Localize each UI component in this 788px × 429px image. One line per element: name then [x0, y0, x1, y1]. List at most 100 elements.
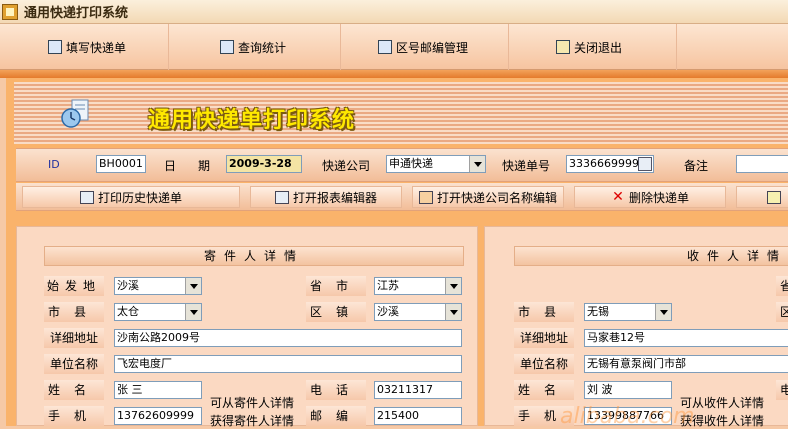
exit-icon	[556, 40, 570, 54]
waybill-label: 快递单号	[502, 159, 551, 173]
sender-county-label: 市县	[44, 302, 104, 322]
receiver-address-field[interactable]: 马家巷12号	[584, 329, 788, 347]
delete-waybill-label: 删除快递单	[628, 190, 689, 205]
menu-divider	[508, 24, 509, 70]
remark-label: 备注	[684, 159, 709, 173]
open-company-label: 打开快递公司名称编辑	[436, 190, 557, 205]
chevron-down-icon[interactable]	[185, 304, 201, 320]
menu-divider	[340, 24, 341, 70]
clock-document-icon	[61, 99, 89, 128]
sender-note-2: 获得寄件人详情	[210, 414, 295, 428]
sender-phone-label: 电话	[306, 380, 366, 400]
remark-field[interactable]	[736, 155, 788, 173]
print-history-button[interactable]: 打印历史快递单	[22, 186, 240, 208]
delete-icon: ✕	[612, 189, 624, 205]
receiver-name-field[interactable]: 刘 波	[584, 381, 672, 399]
receiver-name-label: 姓名	[514, 380, 574, 400]
banner-stripes	[14, 82, 788, 144]
sender-town-select[interactable]: 沙溪	[374, 303, 462, 321]
chevron-down-icon[interactable]	[655, 304, 671, 320]
menu-bar: 填写快递单 查询统计 区号邮编管理 关闭退出	[0, 24, 788, 70]
sender-county-value: 太仓	[117, 305, 139, 318]
receiver-province-label: 省	[776, 276, 788, 296]
fill-waybill-button[interactable]: 填写快递单	[48, 24, 126, 70]
sender-name-field[interactable]: 张 三	[114, 381, 202, 399]
printer-icon	[79, 190, 94, 204]
id-label: ID	[48, 158, 60, 171]
sender-province-label: 省市	[306, 276, 366, 296]
origin-label: 始发地	[44, 276, 104, 296]
receiver-company-label: 单位名称	[514, 354, 574, 374]
sender-header: 寄件人详情	[44, 246, 464, 266]
sender-mobile-label: 手机	[44, 406, 104, 426]
waybill-field[interactable]: 33366699998	[566, 155, 654, 173]
add-button[interactable]	[736, 186, 788, 208]
query-stats-button[interactable]: 查询统计	[220, 24, 286, 70]
receiver-county-label: 市县	[514, 302, 574, 322]
sender-address-field[interactable]: 沙南公路2009号	[114, 329, 462, 347]
company-select[interactable]: 申通快递	[386, 155, 486, 173]
form-icon	[48, 40, 62, 54]
receiver-address-label: 详细地址	[514, 328, 574, 348]
receiver-county-select[interactable]: 无锡	[584, 303, 672, 321]
chevron-down-icon[interactable]	[445, 278, 461, 294]
watermark: alibaba.com	[560, 404, 695, 429]
zone-zip-button[interactable]: 区号邮编管理	[378, 24, 468, 70]
origin-select[interactable]: 沙溪	[114, 277, 202, 295]
date-label-2: 期	[198, 159, 211, 173]
chevron-down-icon[interactable]	[185, 278, 201, 294]
open-company-editor-button[interactable]: 打开快递公司名称编辑	[412, 186, 564, 208]
open-report-label: 打开报表编辑器	[292, 190, 377, 205]
receiver-header: 收件人详情	[514, 246, 788, 266]
add-icon	[767, 190, 781, 204]
edit-icon	[378, 40, 392, 54]
house-icon	[418, 190, 433, 204]
close-exit-label: 关闭退出	[574, 40, 623, 55]
query-stats-label: 查询统计	[238, 40, 287, 55]
banner-title: 通用快递单打印系统	[148, 108, 356, 133]
window-title: 通用快递打印系统	[24, 6, 129, 21]
sender-note-1: 可从寄件人详情	[210, 396, 295, 410]
receiver-county-value: 无锡	[587, 305, 609, 318]
window-titlebar: 通用快递打印系统	[0, 0, 788, 24]
sender-phone-field[interactable]: 03211317	[374, 381, 462, 399]
sender-zip-label: 邮编	[306, 406, 366, 426]
receiver-town-label: 区	[776, 302, 788, 322]
menu-divider	[676, 24, 677, 70]
sender-zip-field[interactable]: 215400	[374, 407, 462, 425]
sender-mobile-field[interactable]: 13762609999	[114, 407, 202, 425]
table-icon	[274, 190, 289, 204]
company-label: 快递公司	[322, 159, 371, 173]
fill-waybill-label: 填写快递单	[66, 40, 127, 55]
sender-province-value: 江苏	[377, 279, 399, 292]
app-icon	[2, 3, 18, 20]
chevron-down-icon[interactable]	[445, 304, 461, 320]
sender-company-label: 单位名称	[44, 354, 104, 374]
print-history-label: 打印历史快递单	[97, 190, 182, 205]
sender-name-label: 姓名	[44, 380, 104, 400]
origin-value: 沙溪	[117, 279, 139, 292]
id-field[interactable]: BH0001	[96, 155, 146, 173]
sender-town-value: 沙溪	[377, 305, 399, 318]
sender-county-select[interactable]: 太仓	[114, 303, 202, 321]
company-select-value: 申通快递	[389, 157, 433, 170]
date-label-1: 日	[164, 159, 177, 173]
close-exit-button[interactable]: 关闭退出	[556, 24, 622, 70]
header-band	[0, 70, 788, 78]
section-divider	[14, 214, 788, 222]
sender-province-select[interactable]: 江苏	[374, 277, 462, 295]
sender-town-label: 区镇	[306, 302, 366, 322]
calculator-icon[interactable]	[638, 157, 652, 171]
receiver-company-field[interactable]: 无锡有意泵阀门市部	[584, 355, 788, 373]
sender-company-field[interactable]: 飞宏电度厂	[114, 355, 462, 373]
receiver-phone-label: 电	[776, 380, 788, 400]
date-field[interactable]: 2009-3-28	[226, 155, 302, 173]
delete-waybill-button[interactable]: ✕ 删除快递单	[574, 186, 726, 208]
chevron-down-icon[interactable]	[469, 156, 485, 172]
query-icon	[220, 40, 234, 54]
menu-divider	[168, 24, 169, 70]
open-report-editor-button[interactable]: 打开报表编辑器	[250, 186, 402, 208]
waybill-value: 33366699998	[569, 157, 646, 170]
zone-zip-label: 区号邮编管理	[396, 40, 469, 55]
sender-address-label: 详细地址	[44, 328, 104, 348]
